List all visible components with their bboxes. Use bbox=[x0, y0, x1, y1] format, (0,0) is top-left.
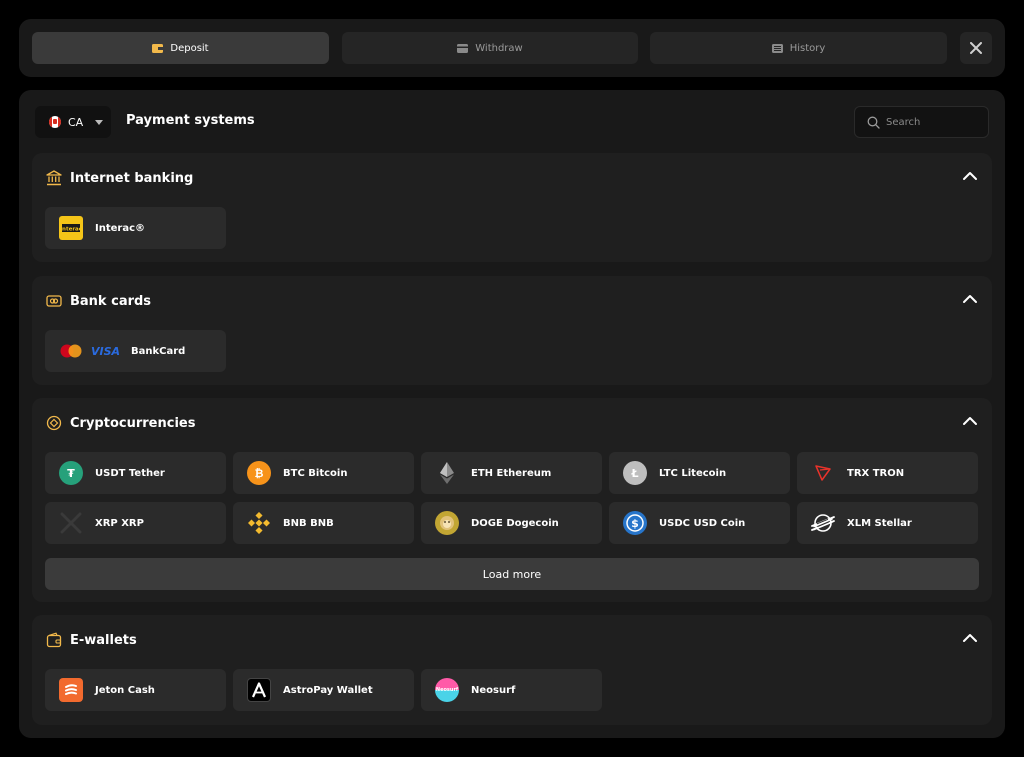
search-icon bbox=[867, 116, 880, 129]
jeton-icon bbox=[59, 678, 83, 702]
payment-item-label: Neosurf bbox=[471, 684, 516, 696]
neosurf-icon: Neosurf bbox=[435, 678, 459, 702]
mastercard-icon bbox=[60, 344, 82, 358]
payment-item-interac[interactable]: Interac Interac® bbox=[45, 207, 226, 249]
payment-item-label: Jeton Cash bbox=[95, 684, 155, 696]
chevron-up-icon[interactable] bbox=[962, 171, 978, 181]
card-icon bbox=[457, 43, 469, 53]
canada-flag-icon bbox=[49, 116, 61, 128]
payment-item-label: AstroPay Wallet bbox=[283, 684, 373, 696]
payment-item-label: USDT Tether bbox=[95, 467, 165, 479]
payment-item-trx[interactable]: TRX TRON bbox=[797, 452, 978, 494]
wallet-icon bbox=[46, 632, 62, 648]
bitcoin-icon: ₿ bbox=[247, 461, 271, 485]
chevron-up-icon[interactable] bbox=[962, 416, 978, 426]
chevron-up-icon[interactable] bbox=[962, 633, 978, 643]
top-tab-bar: Deposit Withdraw History bbox=[19, 19, 1005, 77]
page-title: Payment systems bbox=[126, 113, 255, 128]
svg-text:$: $ bbox=[631, 517, 639, 530]
astropay-icon bbox=[247, 678, 271, 702]
tab-withdraw-label: Withdraw bbox=[475, 42, 523, 54]
panel-header: CA Payment systems bbox=[19, 90, 1005, 154]
xrp-icon bbox=[59, 511, 83, 535]
payment-item-btc[interactable]: ₿ BTC Bitcoin bbox=[233, 452, 414, 494]
payment-item-eth[interactable]: ETH Ethereum bbox=[421, 452, 602, 494]
search-box[interactable] bbox=[854, 106, 989, 138]
payment-item-ltc[interactable]: Ł LTC Litecoin bbox=[609, 452, 790, 494]
section-e-wallets: E-wallets Jeton Cash AstroPay Wallet Neo… bbox=[32, 615, 992, 725]
section-header[interactable]: Bank cards bbox=[46, 293, 151, 309]
wallet-card-icon bbox=[152, 43, 164, 53]
section-header[interactable]: Cryptocurrencies bbox=[46, 415, 195, 431]
section-bank-cards: Bank cards VISA BankCard bbox=[32, 276, 992, 385]
payment-item-label: BTC Bitcoin bbox=[283, 467, 348, 479]
tab-deposit-label: Deposit bbox=[170, 42, 209, 54]
payment-item-bnb[interactable]: BNB BNB bbox=[233, 502, 414, 544]
svg-text:Interac: Interac bbox=[61, 227, 81, 233]
bank-card-icon bbox=[46, 295, 62, 307]
section-title: E-wallets bbox=[70, 632, 137, 648]
section-header[interactable]: Internet banking bbox=[46, 170, 193, 186]
load-more-button[interactable]: Load more bbox=[45, 558, 979, 590]
payment-item-label: XLM Stellar bbox=[847, 517, 912, 529]
payment-item-label: TRX TRON bbox=[847, 467, 905, 479]
payment-item-usdc[interactable]: $ USDC USD Coin bbox=[609, 502, 790, 544]
payment-item-astropay[interactable]: AstroPay Wallet bbox=[233, 669, 414, 711]
section-header[interactable]: E-wallets bbox=[46, 632, 137, 648]
chevron-down-icon bbox=[95, 119, 104, 125]
tether-icon: ₮ bbox=[59, 461, 83, 485]
tron-icon bbox=[811, 461, 835, 485]
bank-icon bbox=[46, 170, 62, 186]
chevron-up-icon[interactable] bbox=[962, 294, 978, 304]
stellar-icon bbox=[811, 511, 835, 535]
country-selector[interactable]: CA bbox=[35, 106, 111, 138]
payment-item-jeton[interactable]: Jeton Cash bbox=[45, 669, 226, 711]
litecoin-icon: Ł bbox=[623, 461, 647, 485]
country-code: CA bbox=[68, 115, 84, 129]
payment-item-xrp[interactable]: XRP XRP bbox=[45, 502, 226, 544]
tab-deposit[interactable]: Deposit bbox=[32, 32, 329, 64]
payment-item-label: BankCard bbox=[131, 345, 186, 357]
usdc-icon: $ bbox=[623, 511, 647, 535]
payment-item-label: LTC Litecoin bbox=[659, 467, 727, 479]
section-cryptocurrencies: Cryptocurrencies ₮ USDT Tether ₿ BTC Bit… bbox=[32, 398, 992, 602]
interac-icon: Interac bbox=[59, 216, 83, 240]
payment-item-label: USDC USD Coin bbox=[659, 517, 746, 529]
payment-item-usdt[interactable]: ₮ USDT Tether bbox=[45, 452, 226, 494]
payment-item-label: Interac® bbox=[95, 222, 146, 234]
close-button[interactable] bbox=[960, 32, 992, 64]
section-internet-banking: Internet banking Interac Interac® bbox=[32, 153, 992, 262]
section-title: Bank cards bbox=[70, 293, 152, 309]
payment-item-doge[interactable]: DOGE Dogecoin bbox=[421, 502, 602, 544]
close-icon bbox=[970, 42, 982, 54]
payment-item-bankcard[interactable]: VISA BankCard bbox=[45, 330, 226, 372]
payment-item-neosurf[interactable]: Neosurf Neosurf bbox=[421, 669, 602, 711]
tab-history-label: History bbox=[789, 42, 826, 54]
crypto-coin-icon bbox=[46, 415, 62, 431]
section-title: Internet banking bbox=[70, 170, 194, 186]
payment-item-label: XRP XRP bbox=[95, 517, 144, 529]
neosurf-icon-text: Neosurf bbox=[435, 687, 459, 693]
tab-withdraw[interactable]: Withdraw bbox=[342, 32, 638, 64]
search-input[interactable] bbox=[886, 116, 986, 128]
payment-item-xlm[interactable]: XLM Stellar bbox=[797, 502, 978, 544]
section-title: Cryptocurrencies bbox=[70, 415, 196, 431]
payment-panel: CA Payment systems Internet banking Inte… bbox=[19, 90, 1005, 738]
payment-item-label: ETH Ethereum bbox=[471, 467, 552, 479]
history-list-icon bbox=[771, 43, 783, 53]
ethereum-icon bbox=[435, 461, 459, 485]
tab-history[interactable]: History bbox=[650, 32, 947, 64]
payment-item-label: DOGE Dogecoin bbox=[471, 517, 559, 529]
payment-item-label: BNB BNB bbox=[283, 517, 334, 529]
visa-icon: VISA bbox=[91, 344, 121, 358]
bnb-icon bbox=[247, 511, 271, 535]
dogecoin-icon bbox=[435, 511, 459, 535]
